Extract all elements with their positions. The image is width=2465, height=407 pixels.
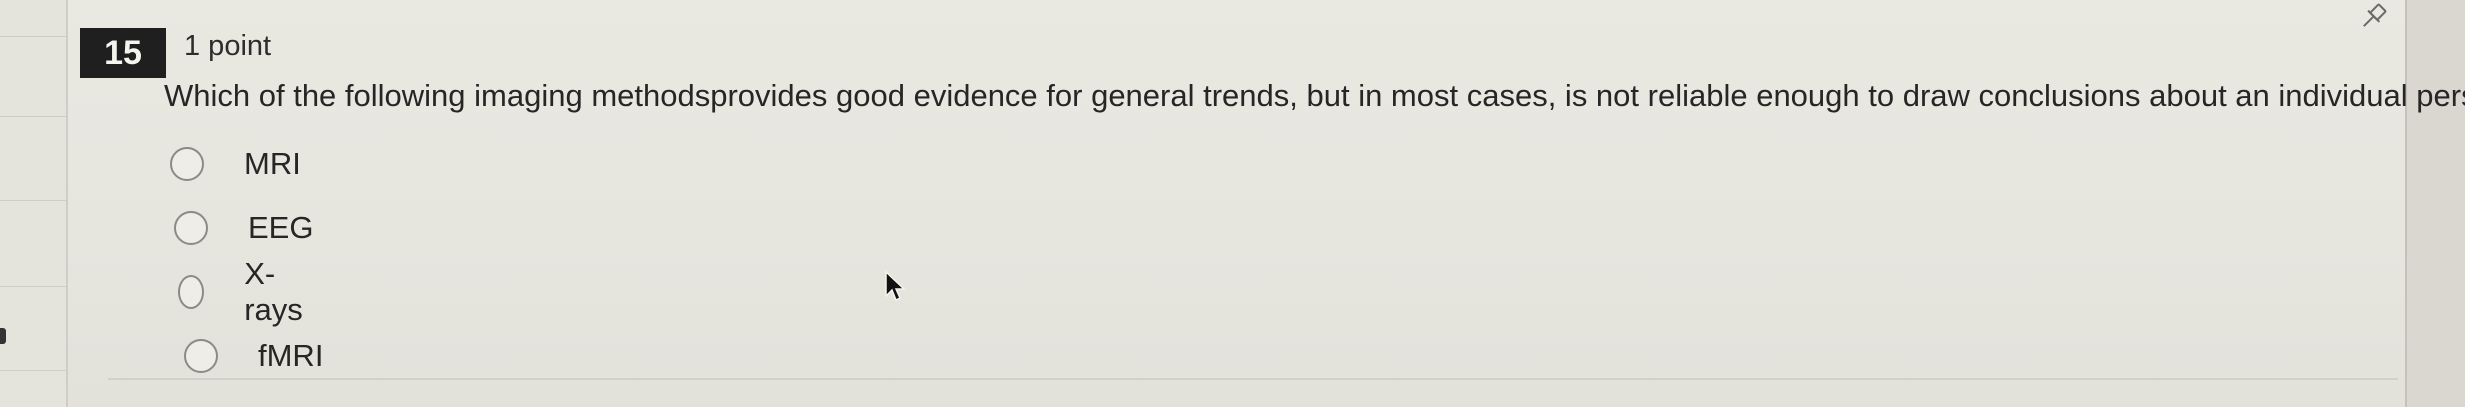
question-points: 1 point xyxy=(184,30,272,62)
answer-option-fmri[interactable]: fMRI xyxy=(184,332,323,380)
answer-option-eeg[interactable]: EEG xyxy=(174,204,313,252)
radio-button[interactable] xyxy=(184,339,218,373)
mouse-pointer-icon xyxy=(884,270,908,304)
answer-label: fMRI xyxy=(258,338,324,373)
radio-button[interactable] xyxy=(174,211,208,245)
answer-label: X-rays xyxy=(244,256,303,327)
radio-button[interactable] xyxy=(170,147,204,181)
answer-option-mri[interactable]: MRI xyxy=(170,140,301,188)
answer-label: EEG xyxy=(248,210,314,245)
answer-label: MRI xyxy=(244,146,301,181)
question-card: 15 1 point Which of the following imagin… xyxy=(0,0,2465,407)
quiz-page: 15 1 point Which of the following imagin… xyxy=(0,0,2465,407)
question-prompt: Which of the following imaging methodspr… xyxy=(164,78,2465,113)
question-number: 15 xyxy=(80,28,166,78)
answer-option-xrays[interactable]: X-rays xyxy=(178,256,311,327)
scrollbar[interactable] xyxy=(2405,0,2465,407)
divider xyxy=(108,378,2398,380)
pushpin-icon[interactable] xyxy=(2356,0,2390,34)
radio-button[interactable] xyxy=(178,275,205,309)
